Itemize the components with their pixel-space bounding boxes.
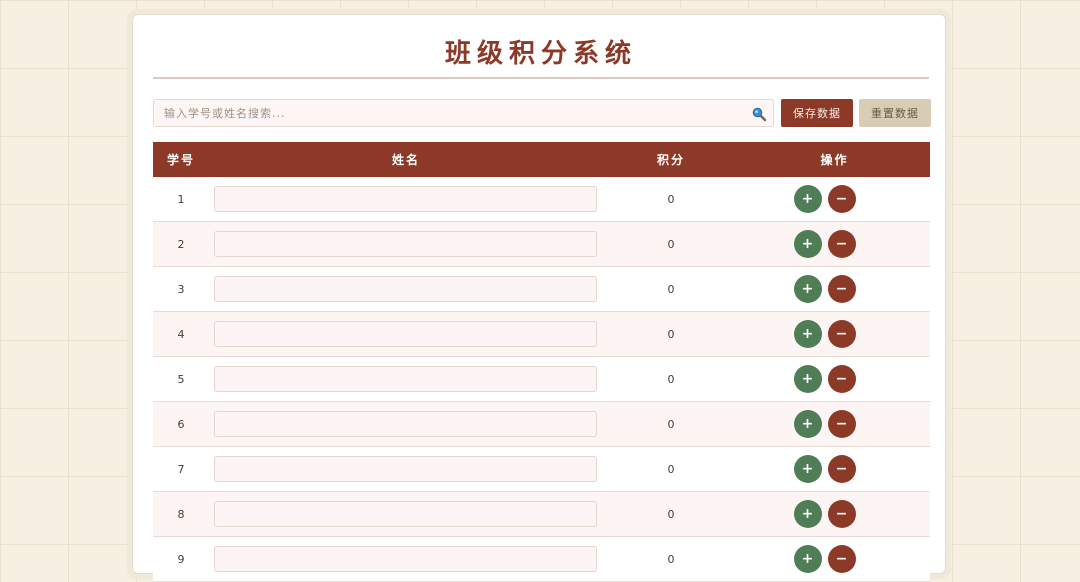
student-id: 1 [153, 177, 209, 222]
score-value: 0 [603, 311, 739, 357]
name-input[interactable] [214, 231, 597, 257]
table-row: 5 0 + − [153, 356, 930, 402]
name-input[interactable] [214, 366, 597, 392]
add-point-button[interactable]: + [793, 455, 822, 483]
student-id: 5 [153, 356, 209, 402]
score-value: 0 [603, 221, 739, 267]
ops-group: + − [739, 410, 930, 438]
subtract-point-button[interactable]: − [827, 185, 856, 213]
name-cell [209, 446, 603, 492]
score-value: 0 [603, 401, 739, 447]
table-row: 6 0 + − [153, 401, 930, 447]
ops-group: + − [739, 185, 930, 213]
table-row: 8 0 + − [153, 491, 930, 537]
search-box [153, 99, 774, 127]
student-id: 2 [153, 221, 209, 267]
table-row: 2 0 + − [153, 221, 930, 267]
add-point-button[interactable]: + [793, 230, 822, 258]
name-input[interactable] [214, 546, 597, 572]
table-row: 4 0 + − [153, 311, 930, 357]
name-input[interactable] [214, 276, 597, 302]
subtract-point-button[interactable]: − [827, 500, 856, 528]
name-cell [209, 311, 603, 357]
score-table: 学号 姓名 积分 操作 1 0 + −2 0 + −3 0 + −4 0 + −5 0 + −6 0 + −7 0 + −… [153, 142, 930, 582]
ops-group: + − [739, 275, 930, 303]
student-id: 4 [153, 311, 209, 357]
name-cell [209, 401, 603, 447]
add-point-button[interactable]: + [793, 320, 822, 348]
ops-group: + − [739, 230, 930, 258]
name-input[interactable] [214, 186, 597, 212]
ops-group: + − [739, 545, 930, 573]
ops-cell: + − [739, 177, 930, 222]
name-cell [209, 491, 603, 537]
header-score: 积分 [603, 142, 739, 177]
ops-cell: + − [739, 401, 930, 447]
student-id: 6 [153, 401, 209, 447]
student-id: 8 [153, 491, 209, 537]
score-value: 0 [603, 536, 739, 582]
name-input[interactable] [214, 456, 597, 482]
ops-group: + − [739, 365, 930, 393]
table-row: 3 0 + − [153, 266, 930, 312]
name-cell [209, 221, 603, 267]
score-value: 0 [603, 266, 739, 312]
ops-cell: + − [739, 356, 930, 402]
name-input[interactable] [214, 321, 597, 347]
reset-button[interactable]: 重置数据 [859, 99, 931, 127]
subtract-point-button[interactable]: − [827, 320, 856, 348]
subtract-point-button[interactable]: − [827, 365, 856, 393]
score-value: 0 [603, 491, 739, 537]
subtract-point-button[interactable]: − [827, 455, 856, 483]
ops-cell: + − [739, 536, 930, 582]
search-icon[interactable] [751, 106, 767, 122]
page-title: 班级积分系统 [444, 39, 637, 69]
name-input[interactable] [214, 501, 597, 527]
save-button[interactable]: 保存数据 [781, 99, 853, 127]
main-card: 班级积分系统 保存数据 重置数据 学号 姓名 积分 操作 10+−20+−30+… [132, 14, 946, 582]
add-point-button[interactable]: + [793, 410, 822, 438]
header-ops: 操作 [739, 142, 930, 177]
subtract-point-button[interactable]: − [827, 275, 856, 303]
score-value: 0 [603, 446, 739, 492]
name-cell [209, 356, 603, 402]
subtract-point-button[interactable]: − [827, 545, 856, 573]
name-cell [209, 177, 603, 222]
student-id: 3 [153, 266, 209, 312]
subtract-point-button[interactable]: − [827, 410, 856, 438]
student-id: 9 [153, 536, 209, 582]
ops-group: + − [739, 320, 930, 348]
table-row: 7 0 + − [153, 446, 930, 492]
search-input[interactable] [154, 100, 734, 126]
table-row: 9 0 + − [153, 536, 930, 582]
add-point-button[interactable]: + [793, 185, 822, 213]
student-id: 7 [153, 446, 209, 492]
header-id: 学号 [153, 142, 209, 177]
ops-group: + − [739, 455, 930, 483]
name-cell [209, 266, 603, 312]
table-row: 1 0 + − [153, 177, 930, 222]
ops-cell: + − [739, 311, 930, 357]
title-divider [153, 77, 929, 79]
score-value: 0 [603, 177, 739, 222]
add-point-button[interactable]: + [793, 365, 822, 393]
ops-cell: + − [739, 491, 930, 537]
subtract-point-button[interactable]: − [827, 230, 856, 258]
header-name: 姓名 [209, 142, 603, 177]
add-point-button[interactable]: + [793, 500, 822, 528]
add-point-button[interactable]: + [793, 545, 822, 573]
ops-cell: + − [739, 266, 930, 312]
ops-group: + − [739, 500, 930, 528]
ops-cell: + − [739, 446, 930, 492]
ops-cell: + − [739, 221, 930, 267]
name-cell [209, 536, 603, 582]
name-input[interactable] [214, 411, 597, 437]
add-point-button[interactable]: + [793, 275, 822, 303]
score-value: 0 [603, 356, 739, 402]
table-header-row: 学号 姓名 积分 操作 [153, 142, 930, 177]
